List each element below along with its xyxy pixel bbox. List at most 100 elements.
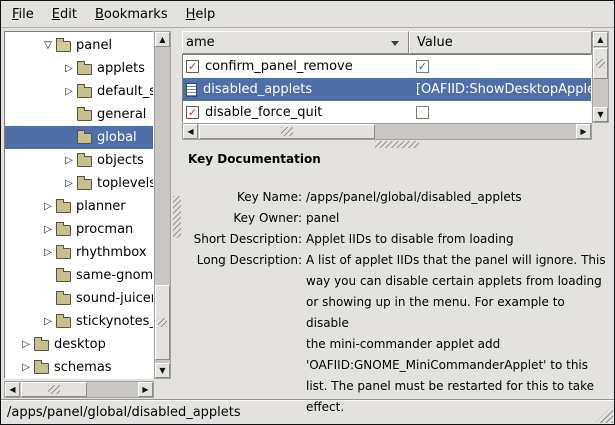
list-vscroll-thumb[interactable] xyxy=(593,48,608,79)
tree-item-default-se[interactable]: ▷default_se xyxy=(5,80,153,103)
checkbox-unchecked[interactable] xyxy=(416,106,429,119)
statusbar-text: /apps/panel/global/disabled_applets xyxy=(7,405,241,420)
menubar: FileEditBookmarksHelp xyxy=(1,1,614,28)
expander-open-icon[interactable]: ▽ xyxy=(41,39,55,53)
splitter-grip xyxy=(173,196,181,238)
tree-item-planner[interactable]: ▷ planner xyxy=(5,195,153,218)
column-header-value[interactable]: Value xyxy=(409,31,592,54)
scroll-left-icon[interactable] xyxy=(5,382,20,397)
key-documentation-pane: Key Documentation Key Name:/apps/panel/g… xyxy=(182,149,614,399)
gconf-editor-window: FileEditBookmarksHelp ▽panel▷applets▷def… xyxy=(0,0,615,425)
expander-closed-icon[interactable]: ▷ xyxy=(62,177,76,191)
tree-item-sound-juicer[interactable]: sound-juicer xyxy=(5,287,153,310)
folder-icon xyxy=(77,64,92,75)
column-header-name[interactable]: ame xyxy=(182,31,409,54)
scroll-down-icon[interactable] xyxy=(155,363,170,378)
expander-closed-icon[interactable]: ▷ xyxy=(62,62,76,76)
scroll-right-icon[interactable] xyxy=(576,124,591,139)
thumb-grip xyxy=(596,59,605,68)
thumb-grip xyxy=(158,318,167,327)
scroll-down-icon[interactable] xyxy=(593,107,608,122)
thumb-grip xyxy=(281,127,293,136)
list-row-disabled_applets[interactable]: disabled_applets[OAFIID:ShowDesktopApple… xyxy=(183,78,591,101)
doc-field-value: A list of applet IIDs that the panel wil… xyxy=(306,250,608,418)
expander-closed-icon[interactable]: ▷ xyxy=(41,200,55,214)
tree-item-same-gnome[interactable]: same-gnome xyxy=(5,264,153,287)
checkbox-checked[interactable] xyxy=(416,60,429,73)
menu-edit[interactable]: Edit xyxy=(43,3,86,26)
list-hscroll-thumb[interactable] xyxy=(199,124,375,139)
tree-item-procman[interactable]: ▷ procman xyxy=(5,218,153,241)
tree-item-label: applets xyxy=(97,61,145,76)
doc-field-value: Applet IIDs to disable from loading xyxy=(306,229,608,250)
column-header-name-label: ame xyxy=(186,35,215,50)
boolean-key-icon xyxy=(186,106,199,119)
list-header: ame Value xyxy=(182,31,592,54)
expander-closed-icon[interactable]: ▷ xyxy=(19,338,33,352)
expander-closed-icon[interactable]: ▷ xyxy=(62,154,76,168)
tree-item-schemas[interactable]: ▷schemas xyxy=(5,356,153,379)
tree-item-toplevels[interactable]: ▷toplevels xyxy=(5,172,153,195)
tree-horizontal-scrollbar[interactable] xyxy=(4,381,154,398)
tree-item-label: planner xyxy=(76,199,126,214)
folder-icon xyxy=(56,294,71,305)
doc-title: Key Documentation xyxy=(188,152,608,166)
folder-icon xyxy=(77,179,92,190)
menu-file[interactable]: File xyxy=(3,3,43,26)
pane-splitter-horizontal[interactable] xyxy=(182,139,613,149)
tree-item-label: general xyxy=(97,107,146,122)
scroll-left-icon[interactable] xyxy=(183,124,198,139)
tree-item-label: objects xyxy=(97,153,144,168)
tree-item-rhythmbox[interactable]: ▷rhythmbox xyxy=(5,241,153,264)
tree-item-global[interactable]: global xyxy=(5,126,153,149)
folder-icon xyxy=(56,41,71,52)
value-cell xyxy=(409,55,591,78)
list-vertical-scrollbar[interactable] xyxy=(592,31,609,123)
tree-vscroll-thumb[interactable] xyxy=(155,285,170,360)
expander-closed-icon[interactable]: ▷ xyxy=(41,315,55,329)
folder-icon xyxy=(56,317,71,328)
folder-icon xyxy=(77,110,92,121)
scroll-up-icon[interactable] xyxy=(155,32,170,47)
doc-field-label: Key Owner: xyxy=(188,208,302,229)
name-cell: confirm_panel_remove xyxy=(183,55,409,78)
doc-field-value: /apps/panel/global/disabled_applets xyxy=(306,187,608,208)
list-horizontal-scrollbar[interactable] xyxy=(182,123,592,140)
folder-icon xyxy=(34,340,49,351)
scroll-right-icon[interactable] xyxy=(138,382,153,397)
expander-closed-icon[interactable]: ▷ xyxy=(19,361,33,375)
column-header-value-label: Value xyxy=(417,35,453,50)
tree-item-label: desktop xyxy=(54,337,106,352)
tree-item-label: same-gnome xyxy=(76,268,154,283)
folder-icon xyxy=(56,225,71,236)
list-row-disable_force_quit[interactable]: disable_force_quit xyxy=(183,101,591,123)
scroll-up-icon[interactable] xyxy=(593,32,608,47)
tree-item-desktop[interactable]: ▷ desktop xyxy=(5,333,153,356)
tree-item-panel[interactable]: ▽ panel xyxy=(5,34,153,57)
tree-item-label: panel xyxy=(76,38,112,53)
folder-icon xyxy=(56,248,71,259)
pane-splitter-vertical[interactable] xyxy=(171,31,182,397)
list-body[interactable]: confirm_panel_removedisabled_applets[OAF… xyxy=(182,54,592,123)
tree-viewport[interactable]: ▽panel▷applets▷default_segeneralglobal▷o… xyxy=(4,31,154,379)
doc-fields: Key Name:/apps/panel/global/disabled_app… xyxy=(188,187,608,418)
expander-closed-icon[interactable]: ▷ xyxy=(41,223,55,237)
menu-bookmarks[interactable]: Bookmarks xyxy=(86,3,177,26)
folder-icon xyxy=(34,363,49,374)
expander-closed-icon[interactable]: ▷ xyxy=(62,85,76,99)
tree-item-objects[interactable]: ▷ objects xyxy=(5,149,153,172)
tree-item-label: procman xyxy=(76,222,133,237)
statusbar: /apps/panel/global/disabled_applets xyxy=(1,399,614,424)
expander-closed-icon[interactable]: ▷ xyxy=(41,246,55,260)
menu-help[interactable]: Help xyxy=(177,3,225,26)
list-row-confirm_panel_remove[interactable]: confirm_panel_remove xyxy=(183,55,591,78)
tree-hscroll-thumb[interactable] xyxy=(21,382,87,397)
tree-item-stickynotes-[interactable]: ▷stickynotes_ xyxy=(5,310,153,333)
doc-field-label: Short Description: xyxy=(188,229,302,250)
tree-vertical-scrollbar[interactable] xyxy=(154,31,171,379)
doc-field-value: panel xyxy=(306,208,608,229)
tree-item-general[interactable]: general xyxy=(5,103,153,126)
sort-descending-icon xyxy=(391,41,399,46)
tree-item-applets[interactable]: ▷ applets xyxy=(5,57,153,80)
resize-grip[interactable] xyxy=(595,405,613,423)
